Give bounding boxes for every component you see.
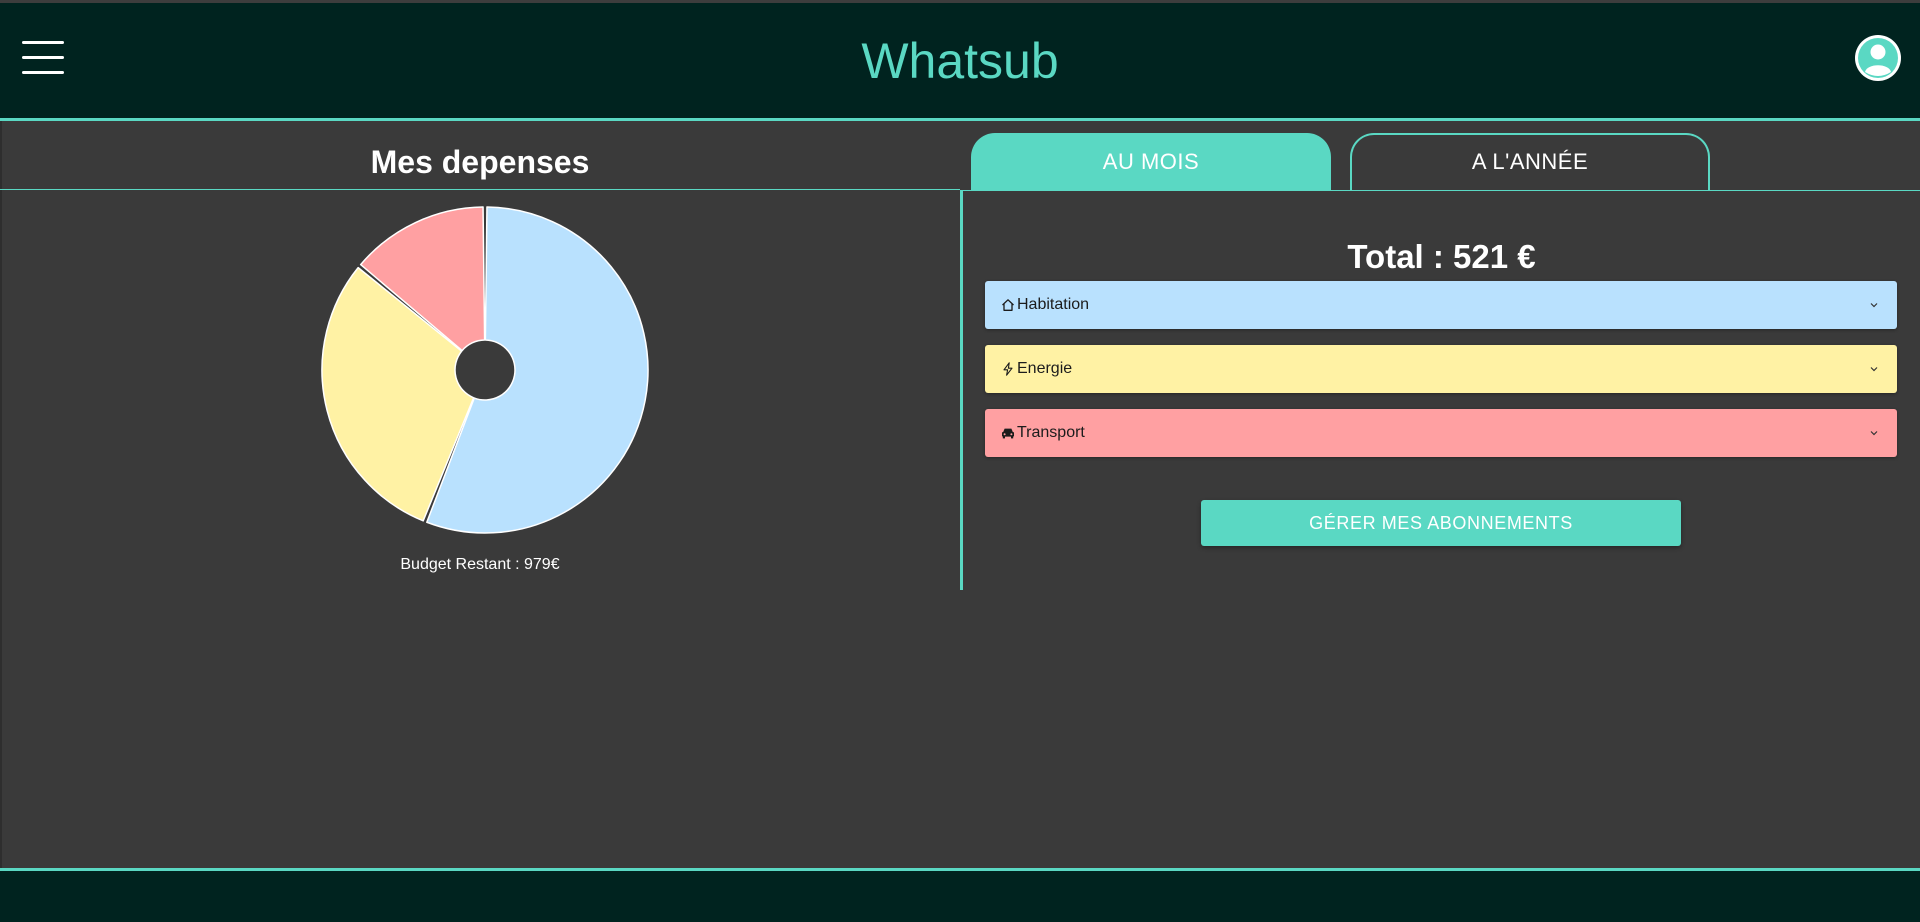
- category-energie[interactable]: Energie: [985, 345, 1897, 393]
- section-title: Mes depenses: [370, 144, 590, 180]
- tab-monthly[interactable]: AU MOIS: [971, 133, 1331, 191]
- left-divider-line: [0, 189, 960, 190]
- category-label: Habitation: [1017, 296, 1090, 313]
- car-icon: [1002, 428, 1014, 439]
- category-label: Transport: [1017, 424, 1085, 441]
- lightning-icon: [1003, 362, 1013, 376]
- app-footer: [0, 868, 1920, 922]
- category-habitation[interactable]: Habitation: [985, 281, 1897, 329]
- expenses-donut-chart: [321, 206, 649, 534]
- manage-subscriptions-button[interactable]: GÉRER MES ABONNEMENTS: [1201, 500, 1681, 546]
- app-title: Whatsub: [861, 33, 1059, 89]
- user-avatar-icon[interactable]: [1854, 34, 1902, 82]
- app-header: Whatsub: [0, 3, 1920, 121]
- total-amount: Total : 521 €: [1347, 238, 1536, 275]
- chevron-down-icon[interactable]: [1869, 365, 1879, 373]
- hamburger-menu-icon[interactable]: [22, 41, 66, 75]
- chevron-down-icon[interactable]: [1869, 301, 1879, 309]
- budget-remaining: Budget Restant : 979€: [400, 556, 560, 573]
- chevron-down-icon[interactable]: [1869, 429, 1879, 437]
- tab-yearly[interactable]: A L'ANNÉE: [1350, 133, 1710, 191]
- home-icon: [1002, 299, 1014, 311]
- category-transport[interactable]: Transport: [985, 409, 1897, 457]
- category-label: Energie: [1017, 360, 1073, 377]
